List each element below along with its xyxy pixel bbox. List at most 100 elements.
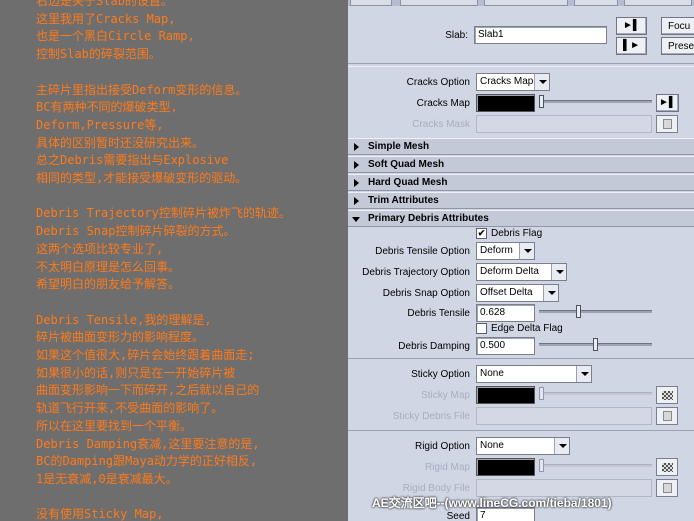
slider-track [539,464,652,467]
annotation-line: 没有使用Sticky Map, [36,507,164,521]
editor-tab-strip [348,0,694,6]
annotation-line: BC的Damping跟Maya动力学的正好相反, [36,454,258,469]
cracks-mask-browse-button[interactable] [656,115,678,133]
output-arrow-icon: ▌► [623,40,640,51]
annotation-line: Debris Tensile,我的理解是, [36,312,212,327]
cracks-map-label: Cracks Map [416,98,470,109]
slider-thumb[interactable] [576,305,582,318]
rigid-map-swatch [476,458,535,476]
section-trim-attributes[interactable]: Trim Attributes [348,192,694,209]
debris-snap-option-dropdown[interactable]: Offset Delta [476,284,559,302]
debris-flag-checkbox[interactable]: ✔ [476,228,487,239]
annotation-line: Debris Snap控制碎片碎裂的方式。 [36,224,236,239]
section-simple-mesh[interactable]: Simple Mesh [348,138,694,155]
cracks-map-swatch[interactable] [476,94,535,112]
triangle-right-icon [354,197,359,205]
section-title: Trim Attributes [368,195,439,206]
watermark-text: AE交流区吧--(www.lineCG.com/tieba/1801) [372,496,612,510]
triangle-right-icon [354,161,359,169]
triangle-down-icon [352,217,360,222]
rigid-option-dropdown[interactable]: None [476,437,570,455]
section-title: Simple Mesh [368,141,430,152]
section-title: Hard Quad Mesh [368,177,448,188]
edge-delta-flag-checkbox[interactable] [476,323,487,334]
slab-name-field[interactable]: Slab1 [474,26,607,44]
chevron-down-icon [576,366,591,382]
section-soft-quad-mesh[interactable]: Soft Quad Mesh [348,156,694,173]
rigid-body-file-label: Rigid Body File [402,483,470,494]
rigid-map-label: Rigid Map [424,462,470,473]
separator [348,430,694,431]
editor-tab[interactable] [624,0,692,6]
slider-track [539,392,652,395]
slider-thumb[interactable] [592,338,598,351]
cracks-mask-label: Cracks Mask [412,119,470,130]
annotation-line: 如果很小的话,则只是在一开始碎片被 [36,365,236,380]
select-output-button[interactable]: ▌► [616,37,647,55]
section-primary-debris-attributes[interactable]: Primary Debris Attributes [348,210,694,227]
rigid-map-texture-button[interactable] [656,458,678,476]
cracks-map-connect-button[interactable]: ►▌ [656,94,679,112]
editor-tab[interactable] [350,0,392,6]
section-title: Primary Debris Attributes [368,213,489,224]
annotation-line: 相同的类型,才能接受爆破变形的驱动。 [36,171,248,185]
debris-snap-option-label: Debris Snap Option [382,288,470,299]
debris-tensile-slider[interactable] [539,303,652,321]
chevron-down-icon [543,285,558,301]
rigid-map-slider [539,457,652,475]
annotation-line: 如果这个值很大,碎片会始终跟着曲面走; [36,348,255,362]
editor-tab[interactable] [400,0,478,6]
chevron-down-icon [554,438,569,454]
sticky-map-swatch [476,386,535,404]
sticky-map-label: Sticky Map [421,390,470,401]
debris-tensile-field[interactable]: 0.628 [476,304,535,322]
annotation-line: BC有两种不同的爆破类型, [36,100,178,115]
chevron-down-icon [534,74,549,90]
annotation-line: 控制Slab的碎裂范围。 [36,47,161,62]
section-hard-quad-mesh[interactable]: Hard Quad Mesh [348,174,694,191]
edge-delta-flag-label: Edge Delta Flag [491,323,563,334]
debris-damping-label: Debris Damping [398,341,470,352]
debris-trajectory-option-label: Debris Trajectory Option [362,267,470,278]
dropdown-value: Deform [480,245,513,256]
annotation-line: Deform,Pressure等, [36,117,164,132]
debris-tensile-option-dropdown[interactable]: Deform [476,242,535,260]
focus-button[interactable]: Focu [661,17,694,35]
debris-trajectory-option-dropdown[interactable]: Deform Delta [476,263,567,281]
annotation-line: 碎片被曲面变形力的影响程度。 [36,330,205,345]
annotation-line: 右边是关于Slab的设置。 [36,0,173,8]
slider-thumb[interactable] [539,95,544,108]
input-arrow-icon: ►▌ [623,20,640,31]
separator [348,358,694,359]
annotation-line: 具体的区别暂时还没研究出来。 [36,135,205,150]
sticky-option-dropdown[interactable]: None [476,365,592,383]
annotation-line: 不太明白原理是怎么回事。 [36,259,181,274]
triangle-right-icon [354,179,359,187]
chevron-down-icon [551,264,566,280]
triangle-right-icon [354,143,359,151]
input-arrow-icon: ►▌ [659,97,676,108]
debris-damping-slider[interactable] [539,336,652,354]
sticky-debris-file-field [476,407,652,425]
debris-damping-field[interactable]: 0.500 [476,337,535,355]
cracks-map-slider[interactable] [539,93,652,111]
seed-label: Seed [446,511,470,521]
sticky-map-texture-button[interactable] [656,386,678,404]
rigid-body-file-browse-button[interactable] [656,479,678,497]
select-input-button[interactable]: ►▌ [616,17,647,35]
dropdown-value: Offset Delta [480,287,533,298]
annotation-line: Debris Trajectory控制碎片被炸飞的轨迹。 [36,206,291,221]
cracks-mask-field [476,115,652,133]
annotation-line: 这里我用了Cracks Map, [36,11,176,26]
cracks-option-dropdown[interactable]: Cracks Map [476,73,550,91]
annotation-line: 这两个选项比较专业了, [36,241,164,256]
editor-tab[interactable] [574,0,618,6]
annotation-line: 希望明白的朋友给予解答。 [36,277,181,292]
dropdown-value: None [480,368,504,379]
checker-texture-icon [662,391,673,400]
editor-tab[interactable] [484,0,568,6]
separator [348,66,694,67]
presets-button[interactable]: Prese [661,37,694,55]
sticky-debris-file-browse-button[interactable] [656,407,678,425]
annotation-line: 主碎片里指出接受Deform变形的信息。 [36,82,248,97]
